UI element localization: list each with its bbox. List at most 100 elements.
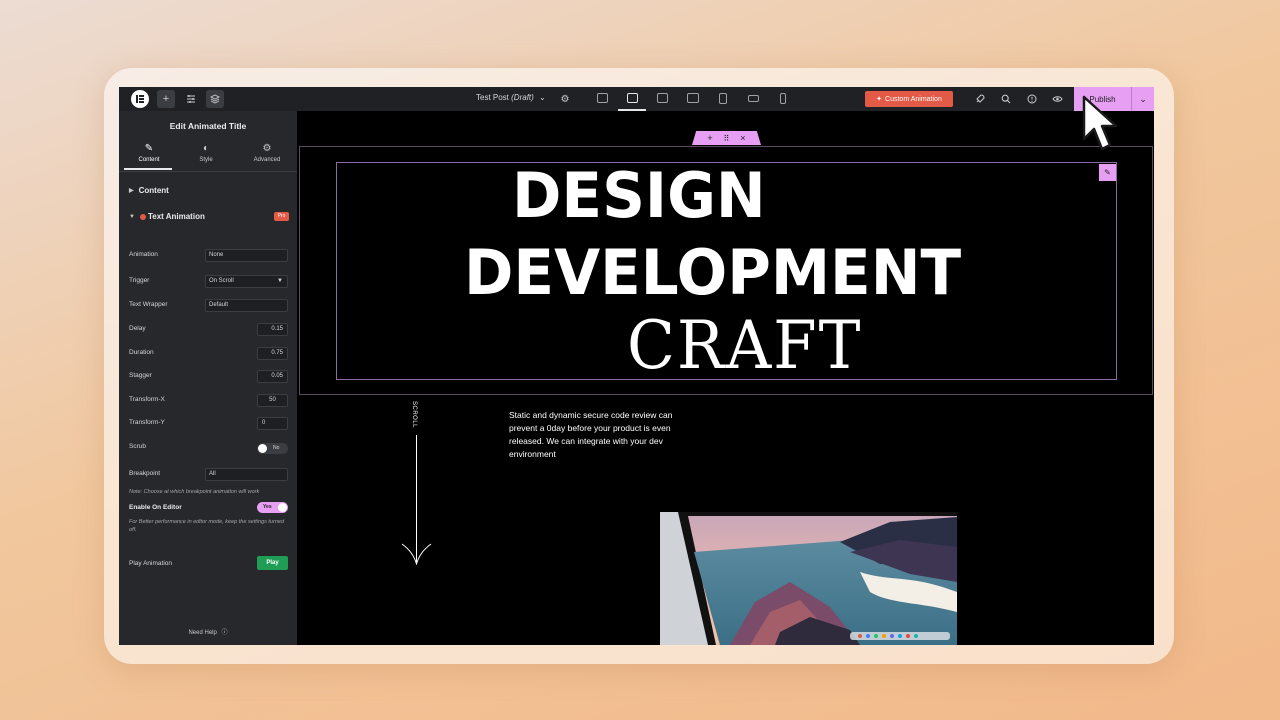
breakpoint-label: Breakpoint [129,470,161,477]
tab-content[interactable]: ✎ Content [119,143,179,163]
section-toolbar: + ⠿ × [692,131,761,145]
laptop-device-icon[interactable] [627,93,638,103]
breakpoint-select[interactable]: All [205,468,288,481]
chevron-down-icon: ⌄ [539,93,546,102]
search-icon[interactable] [999,92,1013,106]
toggle-knob [278,503,287,512]
elementor-logo-icon[interactable] [131,90,149,108]
content-section-toggle[interactable]: ▶ Content [129,186,169,195]
help-icon[interactable] [1025,92,1039,106]
stagger-input[interactable]: 0.05 [257,370,288,383]
pro-badge: Pro [274,212,289,221]
need-help-text: Need Help [188,630,217,636]
site-settings-icon[interactable] [182,90,200,108]
enable-on-editor-label: Enable On Editor [129,504,182,511]
hero-title-design[interactable]: DESIGN [512,159,766,232]
text-animation-label: Text Animation [147,212,205,221]
publish-options-chevron-icon[interactable]: ⌄ [1132,94,1154,105]
animation-select[interactable]: None [205,249,288,262]
close-icon[interactable]: × [740,133,745,143]
caret-right-icon: ▶ [129,188,134,194]
editor-performance-note: For Better performance in editor mode, k… [129,519,284,533]
editor-sidebar: Edit Animated Title ✎ Content ◐ Style ⚙ … [119,111,297,645]
play-button[interactable]: Play [257,556,288,570]
sparkle-icon: ✦ [876,96,883,103]
contrast-icon: ◐ [202,143,210,154]
duration-input[interactable]: 0.75 [257,347,288,360]
enable-on-editor-toggle[interactable]: Yes [257,502,288,513]
panel-tabs: ✎ Content ◐ Style ⚙ Advanced [119,143,297,171]
duration-label: Duration [129,349,154,356]
pencil-icon: ✎ [144,143,154,154]
hero-title-development[interactable]: DEVELOPMENT [464,236,961,309]
trigger-value: On Scroll [209,278,234,284]
preview-eye-icon[interactable] [1050,92,1064,106]
document-title-text: Test Post [476,93,509,102]
toggle-knob [258,444,267,453]
tab-advanced-label: Advanced [253,157,281,163]
caret-down-icon: ▼ [129,213,135,220]
delay-label: Delay [129,325,146,332]
tab-advanced[interactable]: ⚙ Advanced [237,143,297,163]
tab-style-label: Style [199,157,213,163]
drag-handle-icon[interactable]: ⠿ [724,134,730,143]
ai-rocket-icon[interactable] [973,92,987,106]
need-help-link[interactable]: Need Help ⓘ [119,627,297,636]
custom-animation-button[interactable]: ✦ Custom Animation [865,91,953,107]
top-bar: + Test Post (Draft) ⌄ ⚙ ✦ Custom Animati… [119,87,1154,111]
edit-widget-pencil-icon[interactable]: ✎ [1099,164,1116,181]
tab-style[interactable]: ◐ Style [176,143,236,163]
intro-paragraph[interactable]: Static and dynamic secure code review ca… [509,409,689,461]
transform-x-input[interactable]: 50 [257,394,288,407]
widescreen-device-icon[interactable] [657,93,668,103]
help-circle-icon: ⓘ [221,630,228,636]
gear-icon: ⚙ [262,143,272,154]
text-wrapper-select[interactable]: Default [205,299,288,312]
pro-dot-icon [139,213,146,220]
mobile-portrait-device-icon[interactable] [780,93,786,104]
scrub-label: Scrub [129,443,146,450]
document-status: (Draft) [511,93,534,102]
desktop-device-icon[interactable] [597,93,608,103]
text-wrapper-value: Default [209,302,229,308]
laptop-landscape-image[interactable] [660,512,957,645]
mouse-pointer-icon [1082,95,1118,151]
transform-x-label: Transform-X [129,396,165,403]
stagger-label: Stagger [129,372,152,379]
animation-value: None [209,252,224,258]
tablet-portrait-device-icon[interactable] [719,93,727,104]
animation-label: Animation [129,251,158,258]
editor-app: + Test Post (Draft) ⌄ ⚙ ✦ Custom Animati… [119,87,1154,645]
add-element-icon[interactable]: + [157,90,175,108]
scrub-toggle[interactable]: No [257,443,288,454]
tab-content-label: Content [138,157,160,163]
breakpoint-value: All [209,471,216,477]
scroll-indicator-label: SCROLL [411,401,417,429]
tablet-landscape-device-icon[interactable] [687,93,699,103]
custom-animation-label: Custom Animation [885,95,942,103]
enable-on-editor-toggle-text: Yes [263,504,272,510]
transform-y-label: Transform-Y [129,419,165,426]
arrow-down-icon [401,543,432,565]
preview-canvas: + ⠿ × ✎ DESIGN DEVELOPMENT CRAFT SCROLL … [297,111,1154,645]
document-title[interactable]: Test Post (Draft) ⌄ [476,93,546,102]
structure-layers-icon[interactable] [206,90,224,108]
text-animation-section-toggle[interactable]: ▼ Text Animation [129,212,205,221]
tabs-divider [119,171,297,172]
panel-title: Edit Animated Title [169,121,247,131]
breakpoint-note: Note: Choose at which breakpoint animati… [129,489,260,495]
trigger-label: Trigger [129,277,150,284]
trigger-select[interactable]: On Scroll ▼ [205,275,288,288]
active-tab-indicator [124,168,172,170]
page-settings-gear-icon[interactable]: ⚙ [558,92,572,106]
text-wrapper-label: Text Wrapper [129,301,168,308]
play-animation-label: Play Animation [129,560,172,567]
content-section-label: Content [138,186,169,195]
chevron-down-icon: ▼ [277,278,283,284]
delay-input[interactable]: 0.15 [257,323,288,336]
add-section-icon[interactable]: + [707,133,712,143]
transform-y-input[interactable]: 0 [257,417,288,430]
scrub-toggle-text: No [273,445,280,451]
hero-title-craft[interactable]: CRAFT [627,307,862,384]
mobile-landscape-device-icon[interactable] [748,95,759,102]
